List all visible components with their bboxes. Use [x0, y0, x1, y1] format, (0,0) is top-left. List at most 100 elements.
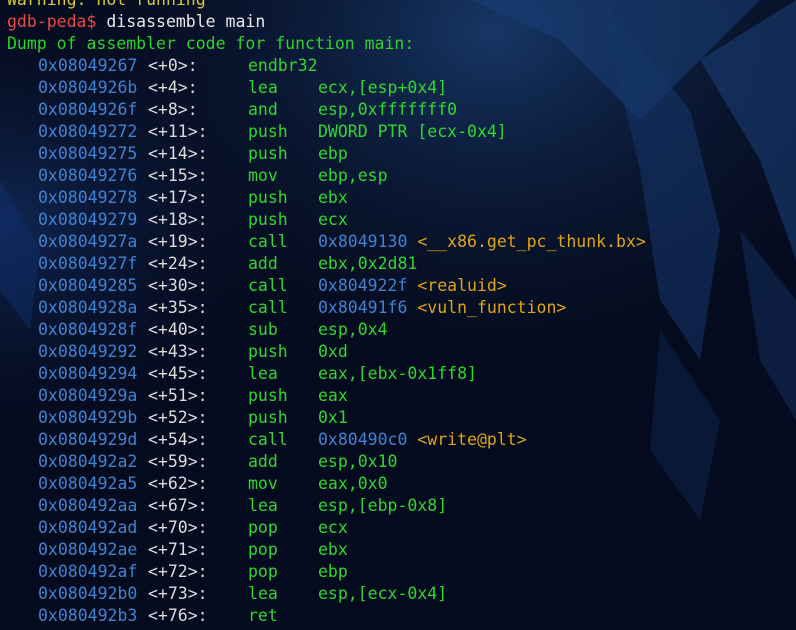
instruction-operand: ebp	[318, 562, 348, 581]
instruction-offset: <+71>:	[148, 540, 208, 559]
instruction-row: 0x080492aa <+67>: lea esp,[ebp-0x8]	[7, 495, 796, 517]
instruction-operand: ebx,0x2d81	[318, 254, 418, 273]
instruction-address: 0x08049292	[38, 342, 138, 361]
instruction-mnemonic: lea	[248, 78, 278, 97]
instruction-operand-group: 0xd	[318, 341, 348, 363]
gdb-prompt: gdb-peda$	[7, 12, 97, 31]
instruction-address: 0x080492af	[38, 562, 138, 581]
instruction-row: 0x0804929a <+51>: push eax	[7, 385, 796, 407]
instruction-operand-group: 0x80490c0 <write@plt>	[318, 429, 527, 451]
instruction-mnemonic: lea	[248, 496, 278, 515]
instruction-offset: <+67>:	[148, 496, 208, 515]
instruction-address: 0x080492ad	[38, 518, 138, 537]
instruction-operand-group: esp,0x4	[318, 319, 388, 341]
instruction-offset: <+51>:	[148, 386, 208, 405]
instruction-operand: eax	[318, 386, 348, 405]
instruction-mnemonic: call	[248, 430, 288, 449]
instruction-row: 0x080492b0 <+73>: lea esp,[ecx-0x4]	[7, 583, 796, 605]
instruction-address: 0x0804929a	[38, 386, 138, 405]
instruction-mnemonic: sub	[248, 320, 278, 339]
instruction-mnemonic: push	[248, 342, 288, 361]
instruction-address: 0x0804927f	[38, 254, 138, 273]
instruction-mnemonic: pop	[248, 518, 278, 537]
instruction-row: 0x080492af <+72>: pop ebp	[7, 561, 796, 583]
instruction-operand-group: esp,0xfffffff0	[318, 99, 457, 121]
instruction-address: 0x08049272	[38, 122, 138, 141]
instruction-operand-group: 0x8049130 <__x86.get_pc_thunk.bx>	[318, 231, 646, 253]
instruction-offset: <+52>:	[148, 408, 208, 427]
instruction-operand: eax,0x0	[318, 474, 388, 493]
instruction-mnemonic: call	[248, 232, 288, 251]
instruction-offset: <+59>:	[148, 452, 208, 471]
instruction-address: 0x080492ae	[38, 540, 138, 559]
instruction-address: 0x0804927a	[38, 232, 138, 251]
prompt-line: gdb-peda$ disassemble main	[7, 11, 796, 33]
instruction-mnemonic: add	[248, 452, 278, 471]
instruction-operand-group: eax	[318, 385, 348, 407]
function-symbol: <vuln_function>	[417, 298, 567, 317]
instruction-mnemonic: call	[248, 276, 288, 295]
instruction-offset: <+72>:	[148, 562, 208, 581]
instruction-operand: esp,0xfffffff0	[318, 100, 458, 119]
instruction-operand: ecx,[esp+0x4]	[318, 78, 448, 97]
instruction-operand-group: 0x1	[318, 407, 348, 429]
instruction-address: 0x08049267	[38, 56, 138, 75]
instruction-operand-group: ebp	[318, 143, 348, 165]
instruction-operand: 0x804922f	[318, 276, 408, 295]
instruction-operand: 0x8049130	[318, 232, 408, 251]
dump-header: Dump of assembler code for function main…	[7, 34, 415, 53]
instruction-offset: <+14>:	[148, 144, 208, 163]
instruction-offset: <+15>:	[148, 166, 208, 185]
instruction-row: 0x0804929d <+54>: call 0x80490c0 <write@plt…	[7, 429, 796, 451]
instruction-operand-group: ebx,0x2d81	[318, 253, 417, 275]
instruction-operand-group: ebp	[318, 561, 348, 583]
instruction-operand: ebx	[318, 188, 348, 207]
instruction-offset: <+24>:	[148, 254, 208, 273]
instruction-operand-group: esp,[ebp-0x8]	[318, 495, 447, 517]
instruction-operand-group: esp,0x10	[318, 451, 397, 473]
instruction-operand: ecx	[318, 210, 348, 229]
instruction-address: 0x080492aa	[38, 496, 138, 515]
instruction-mnemonic: ret	[248, 606, 278, 625]
instruction-mnemonic: push	[248, 144, 288, 163]
instruction-operand: eax,[ebx-0x1ff8]	[318, 364, 477, 383]
instruction-offset: <+76>:	[148, 606, 208, 625]
instruction-operand: ebp,esp	[318, 166, 388, 185]
instruction-row: 0x080492a2 <+59>: add esp,0x10	[7, 451, 796, 473]
instruction-offset: <+73>:	[148, 584, 208, 603]
instruction-mnemonic: push	[248, 188, 288, 207]
instruction-row: 0x08049278 <+17>: push ebx	[7, 187, 796, 209]
instruction-address: 0x08049278	[38, 188, 138, 207]
instruction-operand: esp,[ecx-0x4]	[318, 584, 448, 603]
instruction-address: 0x08049276	[38, 166, 138, 185]
instruction-operand: ebp	[318, 144, 348, 163]
instruction-operand-group: ebx	[318, 539, 348, 561]
instruction-operand-group: 0x80491f6 <vuln_function>	[318, 297, 566, 319]
instruction-mnemonic: pop	[248, 540, 278, 559]
instruction-operand: ecx	[318, 518, 348, 537]
instruction-row: 0x0804929b <+52>: push 0x1	[7, 407, 796, 429]
instruction-list: 0x08049267 <+0>: endbr32 0x0804926b <+4>: lea…	[7, 55, 796, 627]
instruction-row: 0x0804927a <+19>: call 0x8049130 <__x86.get…	[7, 231, 796, 253]
instruction-address: 0x0804929b	[38, 408, 138, 427]
instruction-address: 0x0804929d	[38, 430, 138, 449]
instruction-offset: <+8>:	[148, 100, 198, 119]
instruction-row: 0x0804928f <+40>: sub esp,0x4	[7, 319, 796, 341]
instruction-operand: esp,[ebp-0x8]	[318, 496, 448, 515]
instruction-offset: <+4>:	[148, 78, 198, 97]
instruction-operand-group: ecx	[318, 517, 348, 539]
instruction-mnemonic: lea	[248, 364, 278, 383]
terminal-output: Warning: not running gdb-peda$ disassemb…	[0, 0, 796, 630]
function-symbol: <__x86.get_pc_thunk.bx>	[417, 232, 646, 251]
instruction-address: 0x08049294	[38, 364, 138, 383]
instruction-row: 0x08049276 <+15>: mov ebp,esp	[7, 165, 796, 187]
instruction-operand: 0x1	[318, 408, 348, 427]
instruction-mnemonic: mov	[248, 474, 278, 493]
instruction-row: 0x08049275 <+14>: push ebp	[7, 143, 796, 165]
function-symbol: <write@plt>	[417, 430, 527, 449]
instruction-operand: esp,0x4	[318, 320, 388, 339]
warning-message: Warning: not running	[7, 0, 796, 11]
instruction-operand-group: ecx	[318, 209, 348, 231]
instruction-offset: <+45>:	[148, 364, 208, 383]
instruction-operand-group: DWORD PTR [ecx-0x4]	[318, 121, 507, 143]
